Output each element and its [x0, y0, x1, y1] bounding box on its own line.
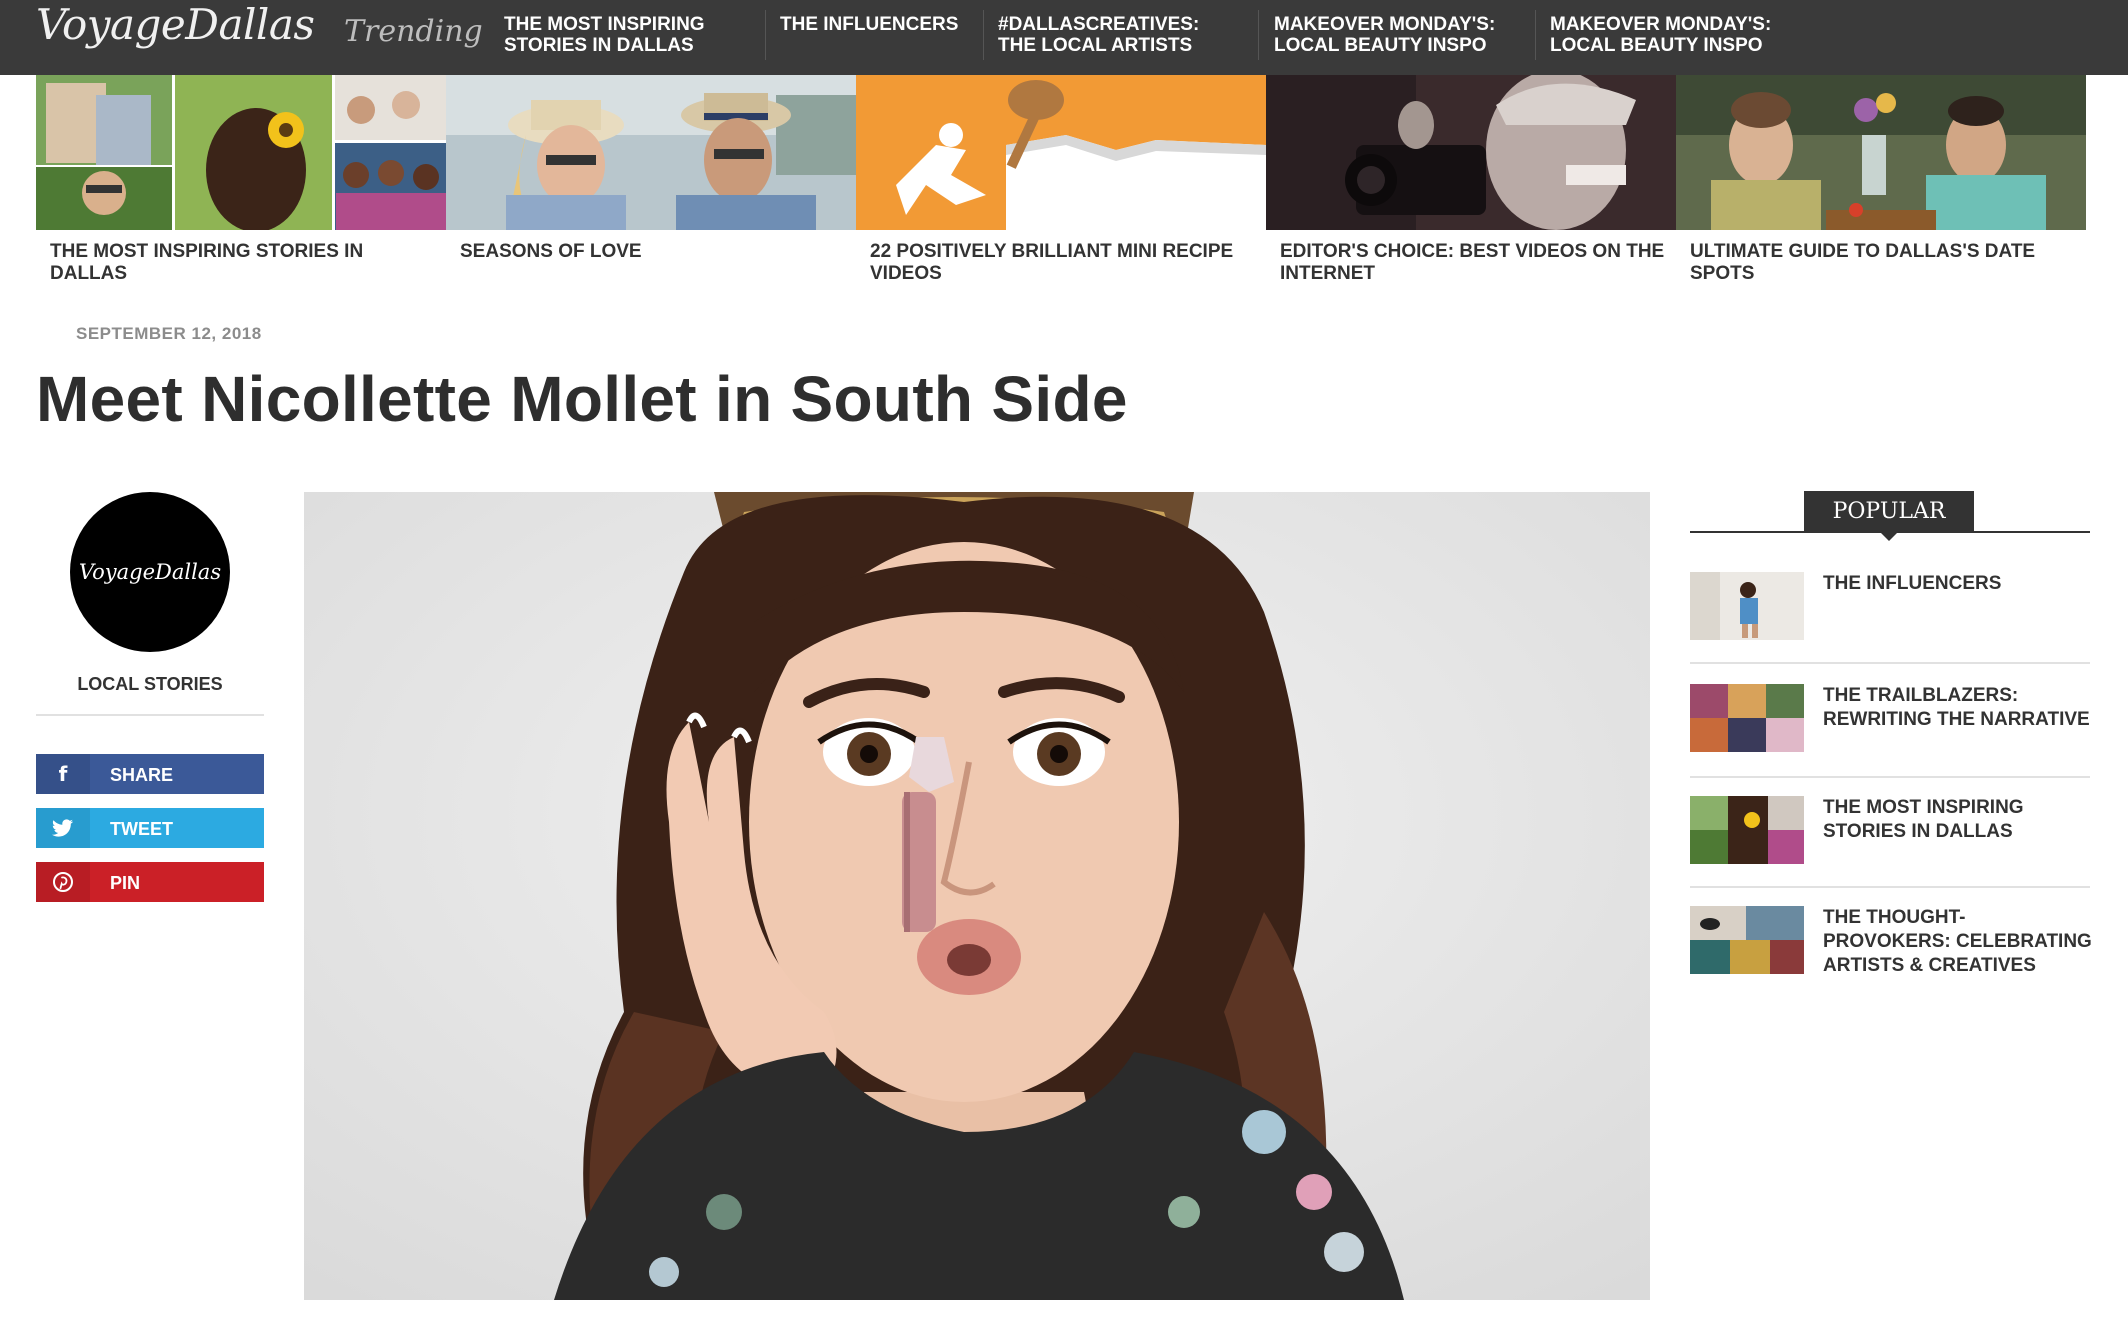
facebook-icon: f: [36, 754, 90, 794]
twitter-tweet-button[interactable]: TWEET: [36, 808, 264, 848]
divider: [1690, 776, 2090, 778]
trending-card[interactable]: THE MOST INSPIRING STORIES IN DALLAS: [36, 75, 446, 290]
popular-item[interactable]: THE THOUGHT-PROVOKERS: CELEBRATING ARTIS…: [1690, 906, 2093, 978]
pinterest-icon: [36, 862, 90, 902]
top-link-inspiring-stories[interactable]: THE MOST INSPIRING STORIES IN DALLAS: [504, 14, 754, 56]
site-logo[interactable]: VoyageDallas: [36, 0, 315, 50]
trending-card-title[interactable]: THE MOST INSPIRING STORIES IN DALLAS: [50, 241, 436, 285]
popular-item-thumbnail: [1690, 796, 1804, 864]
top-navigation-bar: VoyageDallas Trending THE MOST INSPIRING…: [0, 0, 2128, 75]
popular-item-title[interactable]: THE INFLUENCERS: [1823, 572, 2093, 596]
top-link-influencers[interactable]: THE INFLUENCERS: [780, 14, 980, 35]
trending-card-image: [1266, 75, 1676, 230]
top-divider: [765, 10, 766, 60]
trending-card-title[interactable]: SEASONS OF LOVE: [460, 241, 846, 263]
trending-card[interactable]: EDITOR'S CHOICE: BEST VIDEOS ON THE INTE…: [1266, 75, 1676, 290]
trending-card-title[interactable]: 22 POSITIVELY BRILLIANT MINI RECIPE VIDE…: [870, 241, 1256, 285]
trending-card[interactable]: 22 POSITIVELY BRILLIANT MINI RECIPE VIDE…: [856, 75, 1266, 290]
popular-item[interactable]: THE TRAILBLAZERS: REWRITING THE NARRATIV…: [1690, 684, 2090, 754]
divider: [1690, 662, 2090, 664]
article-date: SEPTEMBER 12, 2018: [76, 324, 262, 343]
popular-item-title[interactable]: THE MOST INSPIRING STORIES IN DALLAS: [1823, 796, 2093, 844]
popular-heading: POPULAR: [1804, 491, 1974, 531]
pin-label: PIN: [110, 873, 141, 893]
divider: [1690, 886, 2090, 888]
pinterest-pin-button[interactable]: PIN: [36, 862, 264, 902]
top-divider: [1258, 10, 1259, 60]
popular-item[interactable]: THE INFLUENCERS: [1690, 572, 2090, 642]
avatar[interactable]: VoyageDallas: [70, 492, 230, 652]
trending-card-image: [36, 75, 446, 230]
article-hero-image[interactable]: [304, 492, 1650, 1300]
article-title: Meet Nicollette Mollet in South Side: [36, 363, 1128, 435]
popular-item-thumbnail: [1690, 572, 1804, 640]
trending-label: Trending: [344, 14, 483, 49]
popular-item[interactable]: THE MOST INSPIRING STORIES IN DALLAS: [1690, 796, 2090, 866]
popular-item-thumbnail: [1690, 684, 1804, 752]
popular-item-title[interactable]: THE TRAILBLAZERS: REWRITING THE NARRATIV…: [1823, 684, 2093, 732]
facebook-share-button[interactable]: f SHARE: [36, 754, 264, 794]
top-divider: [1535, 10, 1536, 60]
twitter-icon: [36, 808, 90, 848]
popular-item-title[interactable]: THE THOUGHT-PROVOKERS: CELEBRATING ARTIS…: [1823, 906, 2093, 978]
tweet-label: TWEET: [110, 819, 173, 839]
avatar-logo-text: VoyageDallas: [78, 560, 222, 584]
author-label[interactable]: LOCAL STORIES: [36, 674, 264, 695]
trending-card[interactable]: ULTIMATE GUIDE TO DALLAS'S DATE SPOTS: [1676, 75, 2086, 290]
trending-card-image: [856, 75, 1266, 230]
top-link-makeover-monday[interactable]: MAKEOVER MONDAY'S: LOCAL BEAUTY INSPO: [1274, 14, 1524, 56]
trending-card-title[interactable]: ULTIMATE GUIDE TO DALLAS'S DATE SPOTS: [1690, 241, 2076, 285]
share-label: SHARE: [110, 765, 174, 785]
top-link-dallas-creatives[interactable]: #DALLASCREATIVES: THE LOCAL ARTISTS: [998, 14, 1238, 56]
trending-card[interactable]: SEASONS OF LOVE: [446, 75, 856, 290]
trending-card-image: [1676, 75, 2086, 230]
divider: [36, 714, 264, 716]
popular-caret: [1879, 531, 1899, 541]
trending-card-image: [446, 75, 856, 230]
top-divider: [983, 10, 984, 60]
top-link-makeover-monday-2[interactable]: MAKEOVER MONDAY'S: LOCAL BEAUTY INSPO: [1550, 14, 1800, 56]
trending-card-title[interactable]: EDITOR'S CHOICE: BEST VIDEOS ON THE INTE…: [1280, 241, 1666, 285]
popular-item-thumbnail: [1690, 906, 1804, 974]
